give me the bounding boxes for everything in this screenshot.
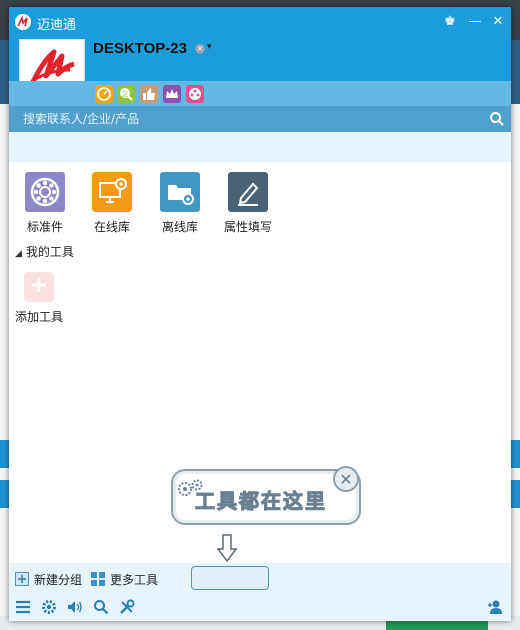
tab-band: [9, 132, 511, 162]
tool-label: 在线库: [93, 220, 130, 234]
film-icon[interactable]: [186, 85, 204, 103]
highlight-frame: [191, 566, 269, 590]
new-group-label: 新建分组: [34, 573, 83, 587]
green-enterprise-icon[interactable]: 企: [117, 85, 135, 103]
add-tool-label: 添加工具: [14, 310, 63, 324]
tool-standard-parts[interactable]: 标准件: [15, 172, 75, 235]
settings-icon[interactable]: [41, 599, 57, 615]
tooltip-close-button[interactable]: ✕: [333, 466, 359, 492]
my-tools-heading: 我的工具: [25, 245, 74, 259]
add-contact-icon[interactable]: [487, 599, 503, 615]
tool-attribute-fill[interactable]: 属性填写: [218, 172, 278, 235]
search-bar: [9, 106, 511, 132]
menu-icon[interactable]: [15, 599, 31, 615]
bottom-bar: 新建分组 更多工具: [9, 563, 511, 621]
bearing-icon: [25, 172, 65, 212]
folder-gear-icon: [160, 172, 200, 212]
tooltip-text: 工具都在这里: [195, 489, 327, 514]
add-icon: +: [24, 272, 54, 302]
svg-text:企: 企: [122, 89, 129, 98]
grid-icon: [91, 572, 105, 586]
title-bar: 迈迪通 ♚ — ✕ DESKTOP-23 × ▾ 企: [9, 7, 511, 106]
more-tools-button[interactable]: 更多工具: [91, 571, 158, 588]
search-icon[interactable]: [93, 599, 109, 615]
app-logo-icon: [15, 14, 31, 30]
status-dropdown-icon[interactable]: ▾: [207, 42, 212, 52]
app-icons-row: 企: [9, 81, 511, 106]
thumb-icon[interactable]: [140, 85, 158, 103]
new-group-button[interactable]: 新建分组: [15, 571, 82, 588]
close-button[interactable]: ✕: [488, 12, 508, 32]
status-icon[interactable]: ×: [195, 44, 205, 54]
tool-label: 属性填写: [223, 220, 272, 234]
more-tools-label: 更多工具: [110, 573, 159, 587]
down-arrow-icon: [216, 534, 238, 563]
tool-label: 离线库: [161, 220, 198, 234]
collapse-triangle-icon: ◢: [15, 249, 22, 259]
username: DESKTOP-23: [93, 40, 187, 57]
minimize-button[interactable]: —: [465, 12, 485, 32]
tools-icon[interactable]: [119, 599, 135, 615]
add-group-icon: [15, 572, 29, 586]
search-icon[interactable]: [489, 111, 505, 127]
tool-label: 标准件: [26, 220, 63, 234]
tool-online-library[interactable]: 在线库: [82, 172, 142, 235]
skin-button[interactable]: ♚: [440, 12, 460, 32]
orange-gauge-icon[interactable]: [95, 85, 113, 103]
add-tool-button[interactable]: + 添加工具: [13, 272, 65, 325]
crown-icon[interactable]: [163, 85, 181, 103]
monitor-gear-icon: [92, 172, 132, 212]
tool-offline-library[interactable]: 离线库: [150, 172, 210, 235]
volume-icon[interactable]: [67, 599, 83, 615]
pencil-icon: [228, 172, 268, 212]
my-tools-group[interactable]: ◢ 我的工具: [15, 243, 74, 260]
main-window: 迈迪通 ♚ — ✕ DESKTOP-23 × ▾ 企 搜索联系人/企业/产品 标…: [9, 7, 511, 621]
search-input[interactable]: [9, 106, 479, 132]
app-name: 迈迪通: [37, 18, 77, 33]
